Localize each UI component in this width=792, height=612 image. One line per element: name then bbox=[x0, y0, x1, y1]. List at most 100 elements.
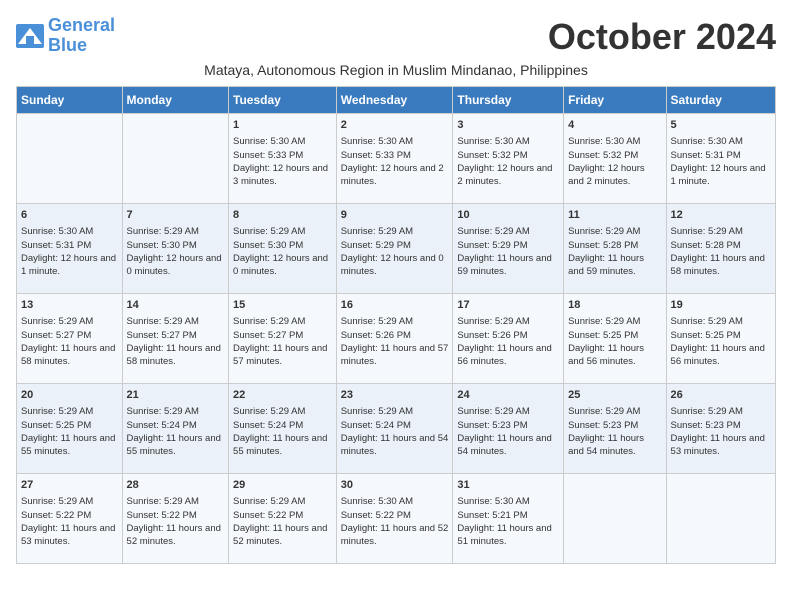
day-info: Sunrise: 5:30 AMSunset: 5:31 PMDaylight:… bbox=[671, 135, 771, 188]
day-number: 9 bbox=[341, 208, 449, 223]
calendar-cell bbox=[666, 474, 775, 564]
calendar-week-3: 13 Sunrise: 5:29 AMSunset: 5:27 PMDayligh… bbox=[17, 294, 776, 384]
calendar-cell: 21Sunrise: 5:29 AMSunset: 5:24 PMDayligh… bbox=[122, 384, 229, 474]
day-number: 18 bbox=[568, 298, 661, 313]
column-header-sunday: Sunday bbox=[17, 87, 123, 114]
calendar-week-5: 27 Sunrise: 5:29 AMSunset: 5:22 PMDayligh… bbox=[17, 474, 776, 564]
calendar-cell: 29 Sunrise: 5:29 AMSunset: 5:22 PMDayligh… bbox=[229, 474, 337, 564]
logo-text: General Blue bbox=[48, 16, 115, 56]
day-number: 16 bbox=[341, 298, 449, 313]
day-number: 19 bbox=[671, 298, 771, 313]
calendar-cell bbox=[122, 114, 229, 204]
day-number: 13 bbox=[21, 298, 118, 313]
day-info: Sunrise: 5:30 AMSunset: 5:31 PMDaylight:… bbox=[21, 225, 118, 278]
day-info: Sunrise: 5:29 AMSunset: 5:29 PMDaylight:… bbox=[341, 225, 449, 278]
logo-icon bbox=[16, 24, 44, 48]
day-info: Sunrise: 5:29 AMSunset: 5:22 PMDaylight:… bbox=[233, 495, 332, 548]
day-number: 23 bbox=[341, 388, 449, 403]
calendar-cell: 19 Sunrise: 5:29 AMSunset: 5:25 PMDayligh… bbox=[666, 294, 775, 384]
calendar-cell: 3Sunrise: 5:30 AMSunset: 5:32 PMDaylight… bbox=[453, 114, 564, 204]
calendar-cell: 13 Sunrise: 5:29 AMSunset: 5:27 PMDayligh… bbox=[17, 294, 123, 384]
day-number: 26 bbox=[671, 388, 771, 403]
calendar-cell: 25Sunrise: 5:29 AMSunset: 5:23 PMDayligh… bbox=[564, 384, 666, 474]
day-info: Sunrise: 5:30 AMSunset: 5:32 PMDaylight:… bbox=[457, 135, 559, 188]
calendar-cell: 22 Sunrise: 5:29 AMSunset: 5:24 PMDayligh… bbox=[229, 384, 337, 474]
column-header-friday: Friday bbox=[564, 87, 666, 114]
day-number: 15 bbox=[233, 298, 332, 313]
day-info: Sunrise: 5:29 AMSunset: 5:27 PMDaylight:… bbox=[127, 315, 225, 368]
column-header-saturday: Saturday bbox=[666, 87, 775, 114]
day-number: 14 bbox=[127, 298, 225, 313]
calendar-cell: 14 Sunrise: 5:29 AMSunset: 5:27 PMDayligh… bbox=[122, 294, 229, 384]
day-info: Sunrise: 5:30 AMSunset: 5:32 PMDaylight:… bbox=[568, 135, 661, 188]
calendar-cell: 23 Sunrise: 5:29 AMSunset: 5:24 PMDayligh… bbox=[336, 384, 453, 474]
calendar-week-2: 6 Sunrise: 5:30 AMSunset: 5:31 PMDaylight… bbox=[17, 204, 776, 294]
calendar-header-row: SundayMondayTuesdayWednesdayThursdayFrid… bbox=[17, 87, 776, 114]
calendar-cell: 4Sunrise: 5:30 AMSunset: 5:32 PMDaylight… bbox=[564, 114, 666, 204]
calendar-subtitle: Mataya, Autonomous Region in Muslim Mind… bbox=[16, 62, 776, 78]
calendar-cell: 31 Sunrise: 5:30 AMSunset: 5:21 PMDayligh… bbox=[453, 474, 564, 564]
calendar-cell: 1 Sunrise: 5:30 AMSunset: 5:33 PMDaylight… bbox=[229, 114, 337, 204]
calendar-cell: 28Sunrise: 5:29 AMSunset: 5:22 PMDayligh… bbox=[122, 474, 229, 564]
day-info: Sunrise: 5:29 AMSunset: 5:22 PMDaylight:… bbox=[21, 495, 118, 548]
day-number: 22 bbox=[233, 388, 332, 403]
calendar-cell bbox=[564, 474, 666, 564]
calendar-cell: 2 Sunrise: 5:30 AMSunset: 5:33 PMDaylight… bbox=[336, 114, 453, 204]
day-info: Sunrise: 5:29 AMSunset: 5:27 PMDaylight:… bbox=[21, 315, 118, 368]
column-header-tuesday: Tuesday bbox=[229, 87, 337, 114]
logo-blue: Blue bbox=[48, 35, 87, 55]
day-number: 24 bbox=[457, 388, 559, 403]
day-info: Sunrise: 5:30 AMSunset: 5:33 PMDaylight:… bbox=[233, 135, 332, 188]
day-number: 20 bbox=[21, 388, 118, 403]
day-number: 31 bbox=[457, 478, 559, 493]
day-info: Sunrise: 5:29 AMSunset: 5:24 PMDaylight:… bbox=[233, 405, 332, 458]
calendar-cell: 30Sunrise: 5:30 AMSunset: 5:22 PMDayligh… bbox=[336, 474, 453, 564]
calendar-cell: 26Sunrise: 5:29 AMSunset: 5:23 PMDayligh… bbox=[666, 384, 775, 474]
day-number: 2 bbox=[341, 118, 449, 133]
day-info: Sunrise: 5:30 AMSunset: 5:33 PMDaylight:… bbox=[341, 135, 449, 188]
calendar-cell: 11 Sunrise: 5:29 AMSunset: 5:28 PMDayligh… bbox=[564, 204, 666, 294]
calendar-cell: 5 Sunrise: 5:30 AMSunset: 5:31 PMDaylight… bbox=[666, 114, 775, 204]
day-info: Sunrise: 5:29 AMSunset: 5:25 PMDaylight:… bbox=[568, 315, 661, 368]
calendar-body: 1 Sunrise: 5:30 AMSunset: 5:33 PMDaylight… bbox=[17, 114, 776, 564]
day-info: Sunrise: 5:30 AMSunset: 5:22 PMDaylight:… bbox=[341, 495, 449, 548]
calendar-cell: 20Sunrise: 5:29 AMSunset: 5:25 PMDayligh… bbox=[17, 384, 123, 474]
logo: General Blue bbox=[16, 16, 115, 56]
calendar-cell: 16 Sunrise: 5:29 AMSunset: 5:26 PMDayligh… bbox=[336, 294, 453, 384]
day-number: 17 bbox=[457, 298, 559, 313]
day-info: Sunrise: 5:29 AMSunset: 5:29 PMDaylight:… bbox=[457, 225, 559, 278]
day-info: Sunrise: 5:29 AMSunset: 5:24 PMDaylight:… bbox=[341, 405, 449, 458]
day-number: 8 bbox=[233, 208, 332, 223]
day-number: 1 bbox=[233, 118, 332, 133]
day-info: Sunrise: 5:30 AMSunset: 5:21 PMDaylight:… bbox=[457, 495, 559, 548]
day-number: 7 bbox=[127, 208, 225, 223]
day-number: 6 bbox=[21, 208, 118, 223]
calendar-week-1: 1 Sunrise: 5:30 AMSunset: 5:33 PMDaylight… bbox=[17, 114, 776, 204]
calendar-cell bbox=[17, 114, 123, 204]
day-number: 29 bbox=[233, 478, 332, 493]
month-title: October 2024 bbox=[548, 16, 776, 58]
calendar-cell: 27 Sunrise: 5:29 AMSunset: 5:22 PMDayligh… bbox=[17, 474, 123, 564]
day-info: Sunrise: 5:29 AMSunset: 5:23 PMDaylight:… bbox=[457, 405, 559, 458]
day-info: Sunrise: 5:29 AMSunset: 5:23 PMDaylight:… bbox=[568, 405, 661, 458]
calendar-cell: 6 Sunrise: 5:30 AMSunset: 5:31 PMDaylight… bbox=[17, 204, 123, 294]
day-number: 28 bbox=[127, 478, 225, 493]
day-info: Sunrise: 5:29 AMSunset: 5:27 PMDaylight:… bbox=[233, 315, 332, 368]
column-header-thursday: Thursday bbox=[453, 87, 564, 114]
column-header-wednesday: Wednesday bbox=[336, 87, 453, 114]
day-number: 27 bbox=[21, 478, 118, 493]
day-info: Sunrise: 5:29 AMSunset: 5:30 PMDaylight:… bbox=[233, 225, 332, 278]
calendar-cell: 8 Sunrise: 5:29 AMSunset: 5:30 PMDaylight… bbox=[229, 204, 337, 294]
calendar-cell: 7 Sunrise: 5:29 AMSunset: 5:30 PMDaylight… bbox=[122, 204, 229, 294]
calendar-cell: 12Sunrise: 5:29 AMSunset: 5:28 PMDayligh… bbox=[666, 204, 775, 294]
day-number: 11 bbox=[568, 208, 661, 223]
day-info: Sunrise: 5:29 AMSunset: 5:25 PMDaylight:… bbox=[671, 315, 771, 368]
day-number: 5 bbox=[671, 118, 771, 133]
day-number: 12 bbox=[671, 208, 771, 223]
day-number: 21 bbox=[127, 388, 225, 403]
day-info: Sunrise: 5:29 AMSunset: 5:28 PMDaylight:… bbox=[568, 225, 661, 278]
day-info: Sunrise: 5:29 AMSunset: 5:30 PMDaylight:… bbox=[127, 225, 225, 278]
day-info: Sunrise: 5:29 AMSunset: 5:26 PMDaylight:… bbox=[341, 315, 449, 368]
calendar-cell: 9 Sunrise: 5:29 AMSunset: 5:29 PMDaylight… bbox=[336, 204, 453, 294]
day-info: Sunrise: 5:29 AMSunset: 5:26 PMDaylight:… bbox=[457, 315, 559, 368]
